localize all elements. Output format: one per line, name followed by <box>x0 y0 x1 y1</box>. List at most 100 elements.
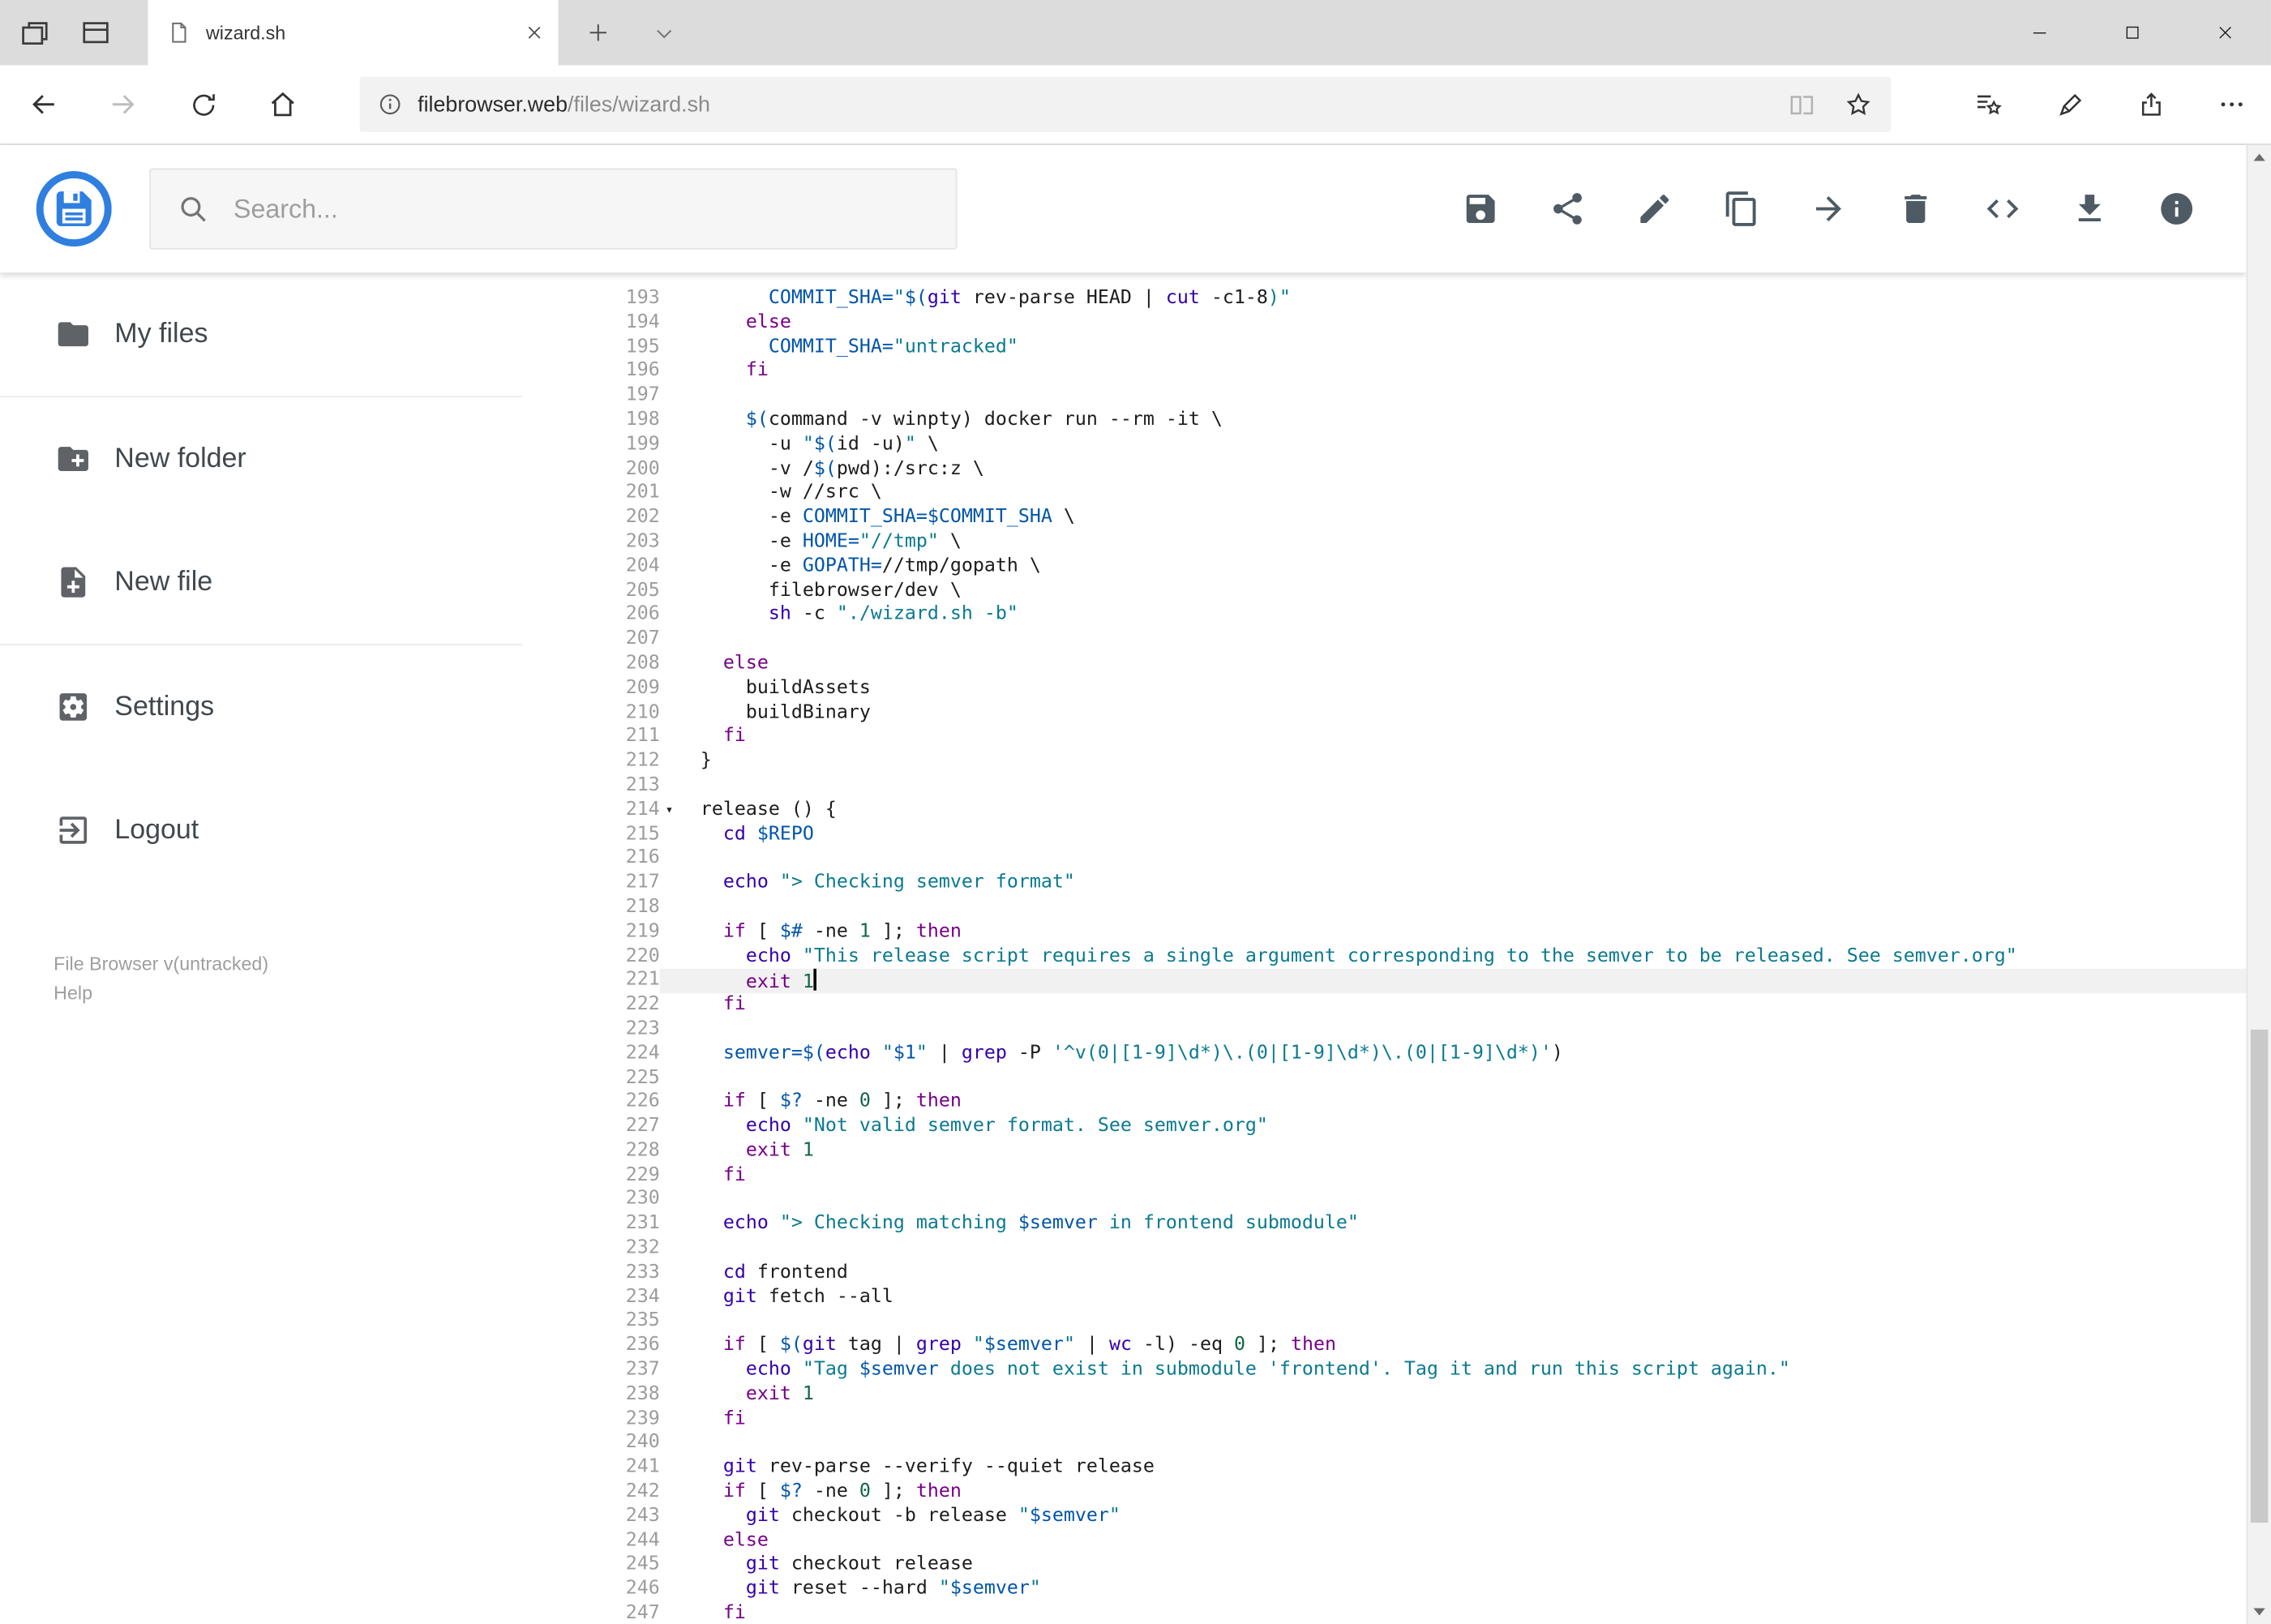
search-box[interactable] <box>149 168 958 250</box>
delete-button[interactable] <box>1896 190 1935 228</box>
code-line[interactable]: 206 sh -c "./wizard.sh -b" <box>587 604 2246 628</box>
search-input[interactable] <box>230 191 930 226</box>
code-line[interactable]: 217 echo "> Checking semver format" <box>587 872 2246 896</box>
code-line[interactable]: 236 if [ $(git tag | grep "$semver" | wc… <box>587 1335 2246 1359</box>
code-line[interactable]: 214 ▾ release () { <box>587 799 2246 823</box>
hub-favorites-button[interactable] <box>1959 75 2017 134</box>
minimize-button[interactable] <box>1993 0 2085 65</box>
code-line[interactable]: 234 git fetch --all <box>587 1286 2246 1310</box>
code-line[interactable]: 228 exit 1 <box>587 1140 2246 1164</box>
web-note-pen-button[interactable] <box>2041 75 2099 134</box>
help-link[interactable]: Help <box>54 979 587 1008</box>
browser-tab[interactable]: wizard.sh <box>148 0 559 66</box>
code-line[interactable]: 238 exit 1 <box>587 1383 2246 1408</box>
code-line[interactable]: 244 else <box>587 1529 2246 1553</box>
code-line[interactable]: 201 -w //src \ <box>587 482 2246 506</box>
code-line[interactable]: 213 <box>587 774 2246 799</box>
code-line[interactable]: 211 fi <box>587 726 2246 750</box>
code-line[interactable]: 224 semver=$(echo "$1" | grep -P '^v(0|[… <box>587 1042 2246 1066</box>
code-line[interactable]: 218 <box>587 896 2246 920</box>
code-line[interactable]: 223 <box>587 1018 2246 1042</box>
favorite-star-button[interactable] <box>1843 89 1874 120</box>
code-line[interactable]: 199 -u "$(id -u)" \ <box>587 433 2246 457</box>
code-line[interactable]: 207 <box>587 628 2246 653</box>
scrollbar-thumb[interactable] <box>2250 1029 2269 1523</box>
copy-button[interactable] <box>1723 190 1761 228</box>
code-line[interactable]: 241 git rev-parse --verify --quiet relea… <box>587 1456 2246 1480</box>
code-line[interactable]: 222 fi <box>587 993 2246 1018</box>
close-window-button[interactable] <box>2178 0 2270 65</box>
code-line[interactable]: 202 -e COMMIT_SHA=$COMMIT_SHA \ <box>587 507 2246 531</box>
code-line[interactable]: 196 fi <box>587 360 2246 384</box>
download-button[interactable] <box>2071 190 2109 228</box>
sidebar-item-my-files[interactable]: My files <box>0 272 587 396</box>
code-line[interactable]: 247 fi <box>587 1602 2246 1624</box>
code-editor[interactable]: 193 COMMIT_SHA="$(git rev-parse HEAD | c… <box>587 272 2247 1624</box>
code-line[interactable]: 225 <box>587 1067 2246 1091</box>
code-line[interactable]: 200 -v /$(pwd):/src:z \ <box>587 457 2246 482</box>
code-line[interactable]: 209 buildAssets <box>587 677 2246 701</box>
code-line[interactable]: 243 git checkout -b release "$semver" <box>587 1505 2246 1529</box>
share-button[interactable] <box>2122 75 2180 134</box>
scroll-up-arrow[interactable] <box>2247 145 2271 169</box>
raw-code-button[interactable] <box>1984 190 2022 228</box>
code-line[interactable]: 197 <box>587 384 2246 409</box>
code-line[interactable]: 242 if [ $? -ne 0 ]; then <box>587 1480 2246 1505</box>
code-line[interactable]: 215 cd $REPO <box>587 823 2246 847</box>
code-line[interactable]: 198 $(command -v winpty) docker run --rm… <box>587 409 2246 433</box>
code-line[interactable]: 245 git checkout release <box>587 1553 2246 1578</box>
code-line[interactable]: 221 exit 1 <box>587 969 2247 994</box>
back-button[interactable] <box>15 75 73 134</box>
more-options-button[interactable] <box>2203 75 2261 134</box>
address-bar[interactable]: filebrowser.web/files/wizard.sh <box>359 76 1892 132</box>
code-line[interactable]: 194 else <box>587 311 2246 336</box>
code-line[interactable]: 226 if [ $? -ne 0 ]; then <box>587 1091 2246 1116</box>
code-line[interactable]: 216 <box>587 847 2246 872</box>
code-line[interactable]: 230 <box>587 1189 2246 1213</box>
fold-marker-icon[interactable]: ▾ <box>660 799 679 823</box>
reading-view-button[interactable] <box>1787 89 1818 120</box>
tabs-set-aside-button[interactable] <box>17 15 52 50</box>
save-button[interactable] <box>1462 190 1500 228</box>
tab-list-chevron-icon[interactable] <box>642 0 686 65</box>
page-scrollbar[interactable] <box>2246 144 2271 1624</box>
code-line[interactable]: 204 -e GOPATH=//tmp/gopath \ <box>587 555 2246 580</box>
code-line[interactable]: 231 echo "> Checking matching $semver in… <box>587 1213 2246 1237</box>
move-button[interactable] <box>1810 190 1848 228</box>
code-line[interactable]: 219 if [ $# -ne 1 ]; then <box>587 920 2246 945</box>
filebrowser-logo[interactable] <box>36 171 112 247</box>
code-line[interactable]: 193 COMMIT_SHA="$(git rev-parse HEAD | c… <box>587 287 2246 311</box>
rename-button[interactable] <box>1636 190 1674 228</box>
info-button[interactable] <box>2157 190 2196 228</box>
code-line[interactable]: 237 echo "Tag $semver does not exist in … <box>587 1359 2246 1383</box>
sidebar-item-settings[interactable]: Settings <box>0 645 587 769</box>
scroll-down-arrow[interactable] <box>2247 1600 2271 1624</box>
code-line[interactable]: 212} <box>587 750 2246 774</box>
sidebar-item-new-folder[interactable]: New folder <box>0 397 587 521</box>
home-button[interactable] <box>254 75 312 134</box>
sidebar-item-new-file[interactable]: New file <box>0 521 587 644</box>
site-info-icon[interactable] <box>377 92 403 118</box>
refresh-button[interactable] <box>174 75 233 134</box>
code-line[interactable]: 208 else <box>587 653 2246 677</box>
code-line[interactable]: 210 buildBinary <box>587 701 2246 726</box>
tab-close-button[interactable] <box>525 24 543 42</box>
forward-button[interactable] <box>94 75 152 134</box>
code-line[interactable]: 240 <box>587 1432 2246 1456</box>
maximize-button[interactable] <box>2085 0 2178 65</box>
code-line[interactable]: 239 fi <box>587 1408 2246 1432</box>
share-file-button[interactable] <box>1549 190 1587 228</box>
code-line[interactable]: 233 cd frontend <box>587 1262 2246 1286</box>
sidebar-item-logout[interactable]: Logout <box>0 769 587 892</box>
code-line[interactable]: 227 echo "Not valid semver format. See s… <box>587 1116 2246 1140</box>
tab-preview-button[interactable] <box>79 15 114 50</box>
code-line[interactable]: 232 <box>587 1237 2246 1262</box>
code-line[interactable]: 195 COMMIT_SHA="untracked" <box>587 336 2246 360</box>
code-line[interactable]: 235 <box>587 1310 2246 1335</box>
code-line[interactable]: 205 filebrowser/dev \ <box>587 580 2246 604</box>
code-line[interactable]: 203 -e HOME="//tmp" \ <box>587 531 2246 555</box>
code-line[interactable]: 220 echo "This release script requires a… <box>587 945 2246 969</box>
new-tab-button[interactable] <box>572 0 622 65</box>
code-line[interactable]: 246 git reset --hard "$semver" <box>587 1578 2246 1602</box>
code-line[interactable]: 229 fi <box>587 1164 2246 1189</box>
